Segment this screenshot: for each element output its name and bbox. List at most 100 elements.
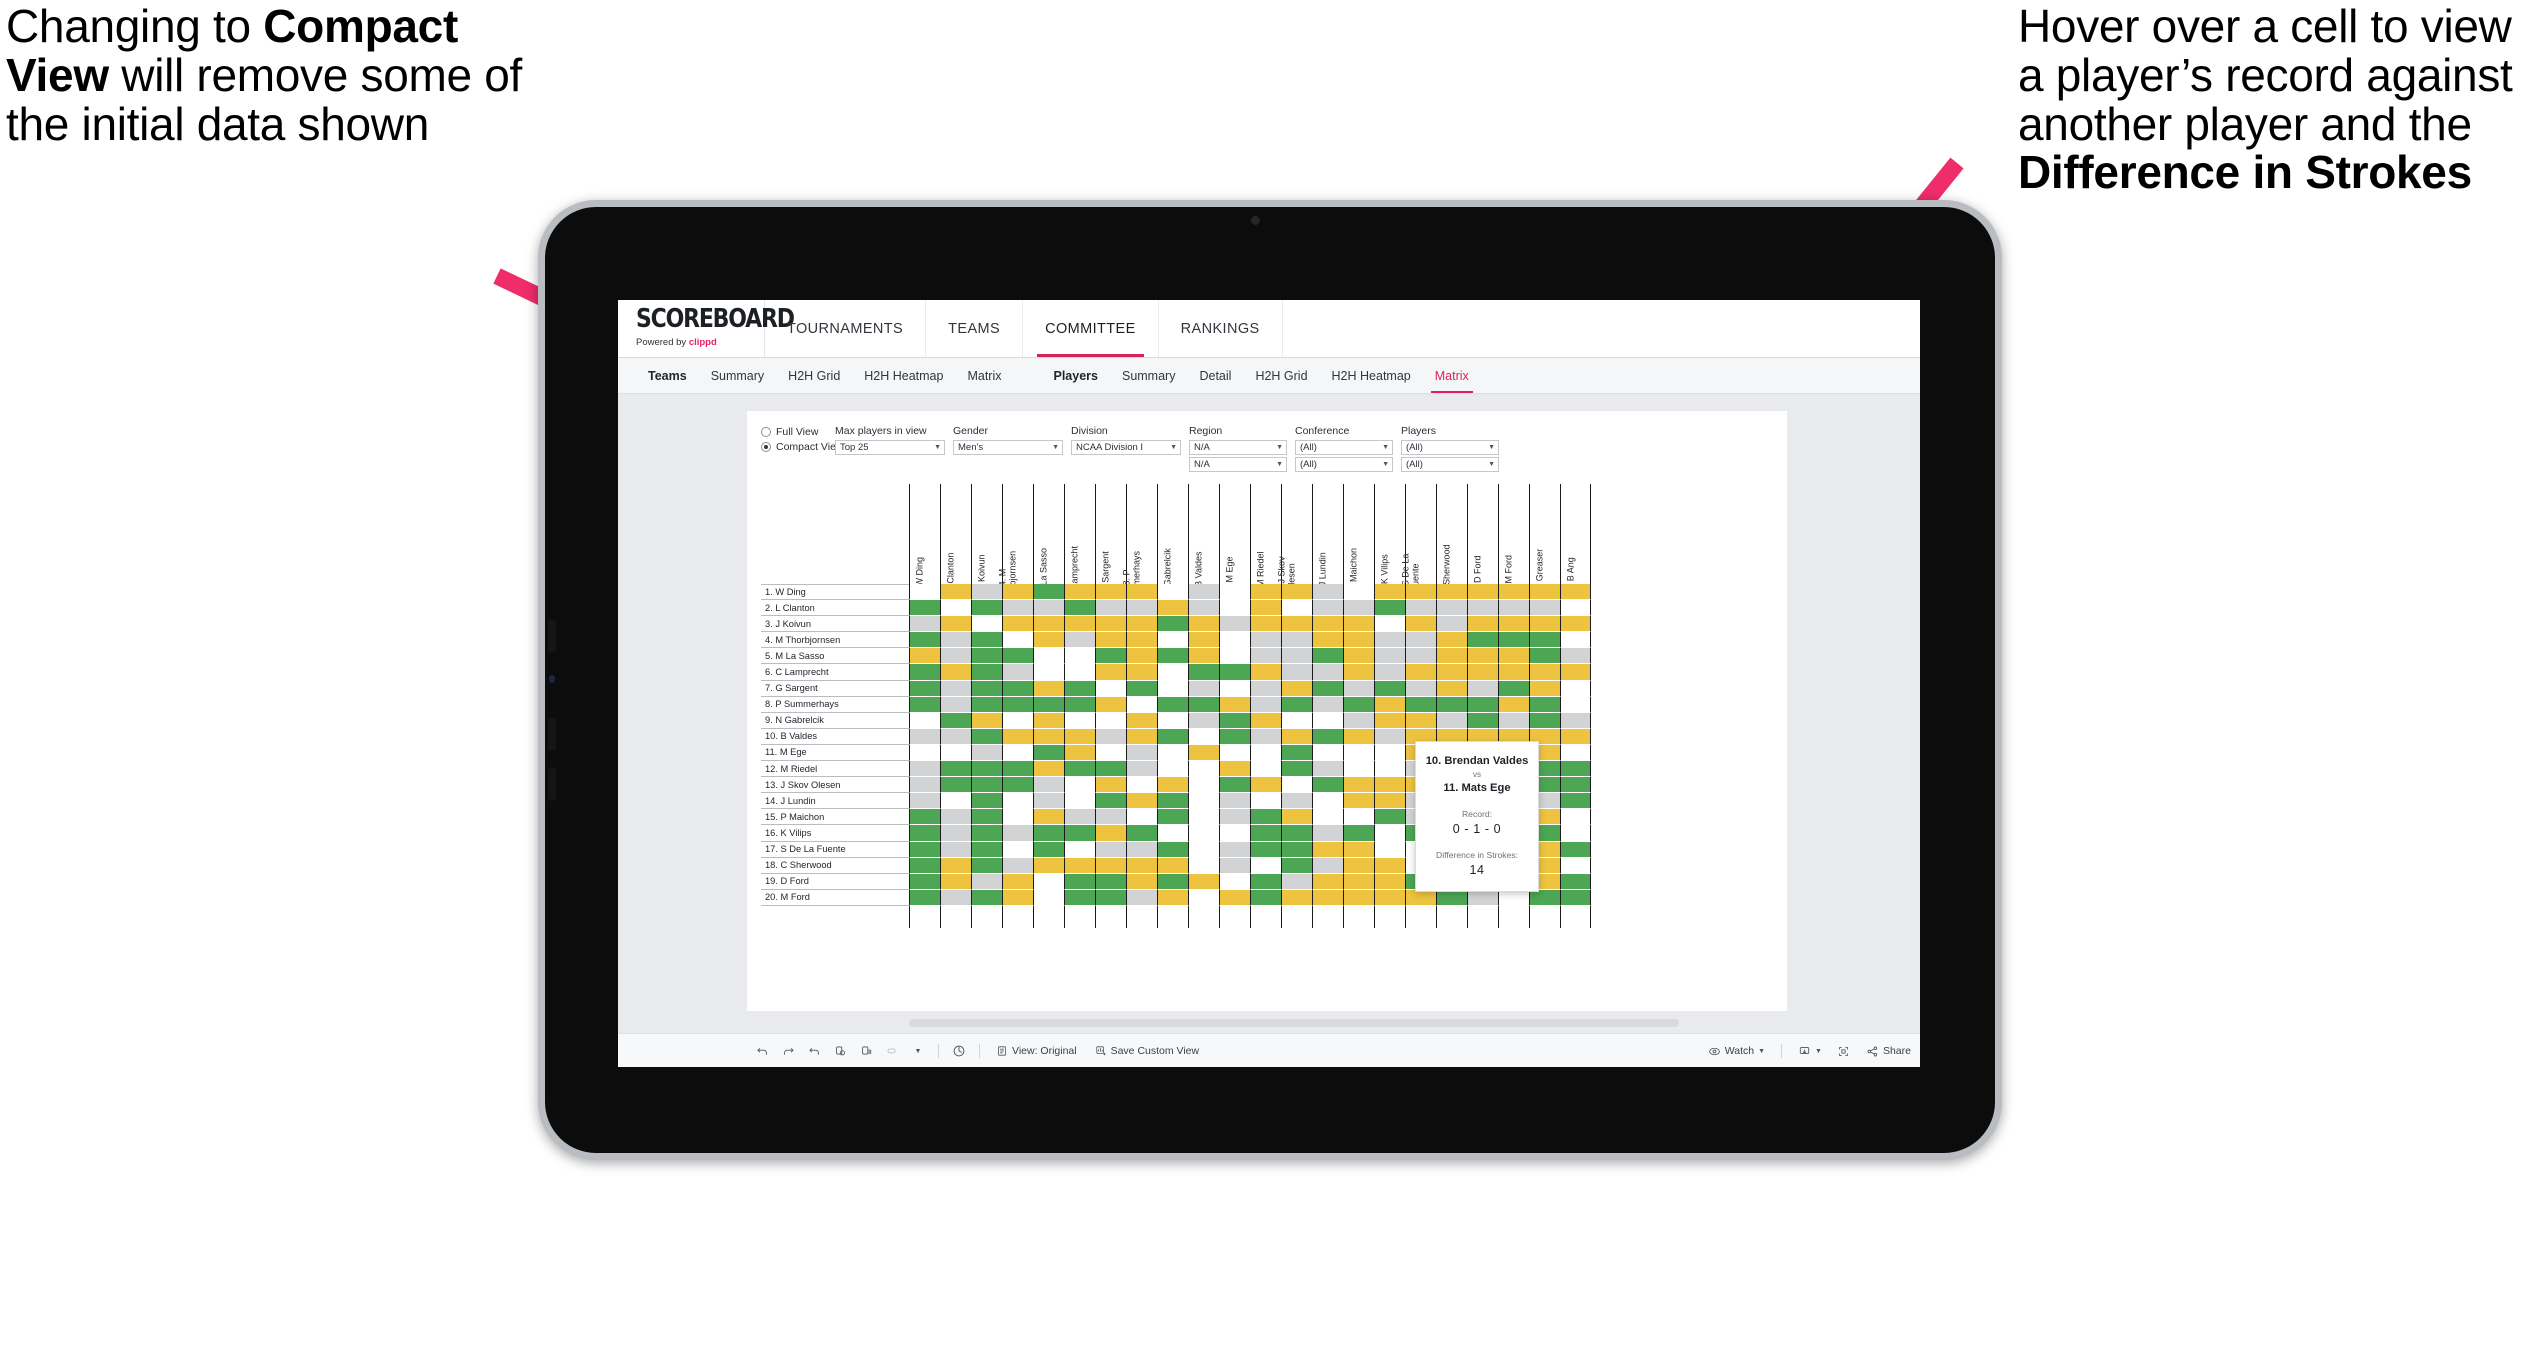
matrix-cell[interactable] — [1157, 584, 1188, 601]
matrix-cell[interactable] — [1157, 680, 1188, 697]
matrix-cell[interactable] — [1312, 793, 1343, 810]
refresh-data-icon[interactable] — [827, 1034, 853, 1067]
matrix-cell[interactable] — [1126, 761, 1157, 778]
matrix-cell[interactable] — [1126, 889, 1157, 906]
matrix-cell[interactable] — [1250, 728, 1281, 745]
matrix-cell[interactable] — [1002, 761, 1033, 778]
matrix-cell[interactable] — [909, 664, 940, 681]
matrix-cell[interactable] — [1498, 664, 1529, 681]
matrix-cell[interactable] — [1405, 584, 1436, 601]
matrix-cell[interactable] — [1064, 793, 1095, 810]
matrix-cell[interactable] — [940, 648, 971, 665]
matrix-cell[interactable] — [1281, 584, 1312, 601]
matrix-cell[interactable] — [1312, 777, 1343, 794]
view-original-button[interactable]: View: Original — [987, 1045, 1086, 1057]
matrix-cell[interactable] — [1188, 777, 1219, 794]
matrix-cell[interactable] — [1343, 648, 1374, 665]
matrix-cell[interactable] — [971, 600, 1002, 617]
matrix-cell[interactable] — [1157, 696, 1188, 713]
matrix-cell[interactable] — [1157, 761, 1188, 778]
pause-auto-update-icon[interactable] — [946, 1034, 972, 1067]
matrix-cell[interactable] — [909, 744, 940, 762]
matrix-cell[interactable] — [1002, 584, 1033, 601]
matrix-cell[interactable] — [1405, 664, 1436, 681]
matrix-cell[interactable] — [1374, 616, 1405, 633]
matrix-cell[interactable] — [1436, 712, 1467, 729]
subnav-teams-h2h-grid[interactable]: H2H Grid — [776, 358, 852, 393]
matrix-cell[interactable] — [1405, 696, 1436, 713]
matrix-cell[interactable] — [1064, 744, 1095, 762]
matrix-cell[interactable] — [909, 793, 940, 810]
matrix-cell[interactable] — [1312, 809, 1343, 826]
matrix-cell[interactable] — [1157, 664, 1188, 681]
matrix-cell[interactable] — [1467, 616, 1498, 633]
matrix-cell[interactable] — [1281, 616, 1312, 633]
matrix-cell[interactable] — [1312, 744, 1343, 762]
matrix-cell[interactable] — [1064, 761, 1095, 778]
matrix-cell[interactable] — [1188, 873, 1219, 890]
topnav-tournaments[interactable]: TOURNAMENTS — [765, 300, 927, 357]
matrix-cell[interactable] — [1498, 600, 1529, 617]
matrix-cell[interactable] — [909, 600, 940, 617]
matrix-cell[interactable] — [1560, 793, 1591, 810]
matrix-cell[interactable] — [909, 841, 940, 858]
matrix-cell[interactable] — [1033, 600, 1064, 617]
matrix-cell[interactable] — [1219, 889, 1250, 906]
matrix-cell[interactable] — [909, 616, 940, 633]
matrix-cell[interactable] — [1095, 857, 1126, 874]
matrix-cell[interactable] — [971, 712, 1002, 729]
matrix-cell[interactable] — [909, 584, 940, 601]
topnav-committee[interactable]: COMMITTEE — [1023, 300, 1159, 357]
matrix-cell[interactable] — [1126, 809, 1157, 826]
matrix-cell[interactable] — [1312, 648, 1343, 665]
matrix-cell[interactable] — [1312, 680, 1343, 697]
matrix-cell[interactable] — [1498, 712, 1529, 729]
matrix-cell[interactable] — [1157, 793, 1188, 810]
matrix-cell[interactable] — [1312, 584, 1343, 601]
matrix-cell[interactable] — [1250, 841, 1281, 858]
matrix-cell[interactable] — [909, 889, 940, 906]
matrix-cell[interactable] — [1281, 696, 1312, 713]
matrix-cell[interactable] — [1095, 825, 1126, 842]
filter-max-players-select[interactable]: Top 25 ▼ — [835, 440, 945, 455]
matrix-cell[interactable] — [1095, 600, 1126, 617]
matrix-cell[interactable] — [1374, 889, 1405, 906]
matrix-cell[interactable] — [1281, 600, 1312, 617]
matrix-cell[interactable] — [1405, 680, 1436, 697]
matrix-cell[interactable] — [1188, 793, 1219, 810]
matrix-cell[interactable] — [971, 873, 1002, 890]
matrix-cell[interactable] — [1188, 616, 1219, 633]
matrix-cell[interactable] — [940, 825, 971, 842]
matrix-cell[interactable] — [1498, 616, 1529, 633]
matrix-cell[interactable] — [1312, 664, 1343, 681]
matrix-cell[interactable] — [909, 680, 940, 697]
matrix-cell[interactable] — [1343, 632, 1374, 649]
matrix-cell[interactable] — [1033, 632, 1064, 649]
matrix-cell[interactable] — [1560, 777, 1591, 794]
matrix-cell[interactable] — [1126, 696, 1157, 713]
matrix-cell[interactable] — [1219, 841, 1250, 858]
matrix-cell[interactable] — [1467, 696, 1498, 713]
matrix-cell[interactable] — [1188, 712, 1219, 729]
matrix-cell[interactable] — [1002, 889, 1033, 906]
matrix-cell[interactable] — [1126, 616, 1157, 633]
matrix-cell[interactable] — [1219, 728, 1250, 745]
matrix-cell[interactable] — [1374, 761, 1405, 778]
matrix-cell[interactable] — [1219, 793, 1250, 810]
matrix-cell[interactable] — [1126, 584, 1157, 601]
matrix-cell[interactable] — [1095, 728, 1126, 745]
matrix-cell[interactable] — [1281, 873, 1312, 890]
subnav-teams-matrix[interactable]: Matrix — [955, 358, 1013, 393]
matrix-cell[interactable] — [1374, 857, 1405, 874]
matrix-cell[interactable] — [1405, 889, 1436, 906]
matrix-cell[interactable] — [1250, 873, 1281, 890]
matrix-cell[interactable] — [1374, 777, 1405, 794]
matrix-cell[interactable] — [909, 728, 940, 745]
filter-division-select[interactable]: NCAA Division I ▼ — [1071, 440, 1181, 455]
alerts-dropdown-caret[interactable]: ▼ — [905, 1034, 931, 1067]
matrix-cell[interactable] — [1312, 857, 1343, 874]
matrix-cell[interactable] — [940, 777, 971, 794]
matrix-cell[interactable] — [940, 809, 971, 826]
matrix-cell[interactable] — [1498, 680, 1529, 697]
matrix-cell[interactable] — [1281, 825, 1312, 842]
